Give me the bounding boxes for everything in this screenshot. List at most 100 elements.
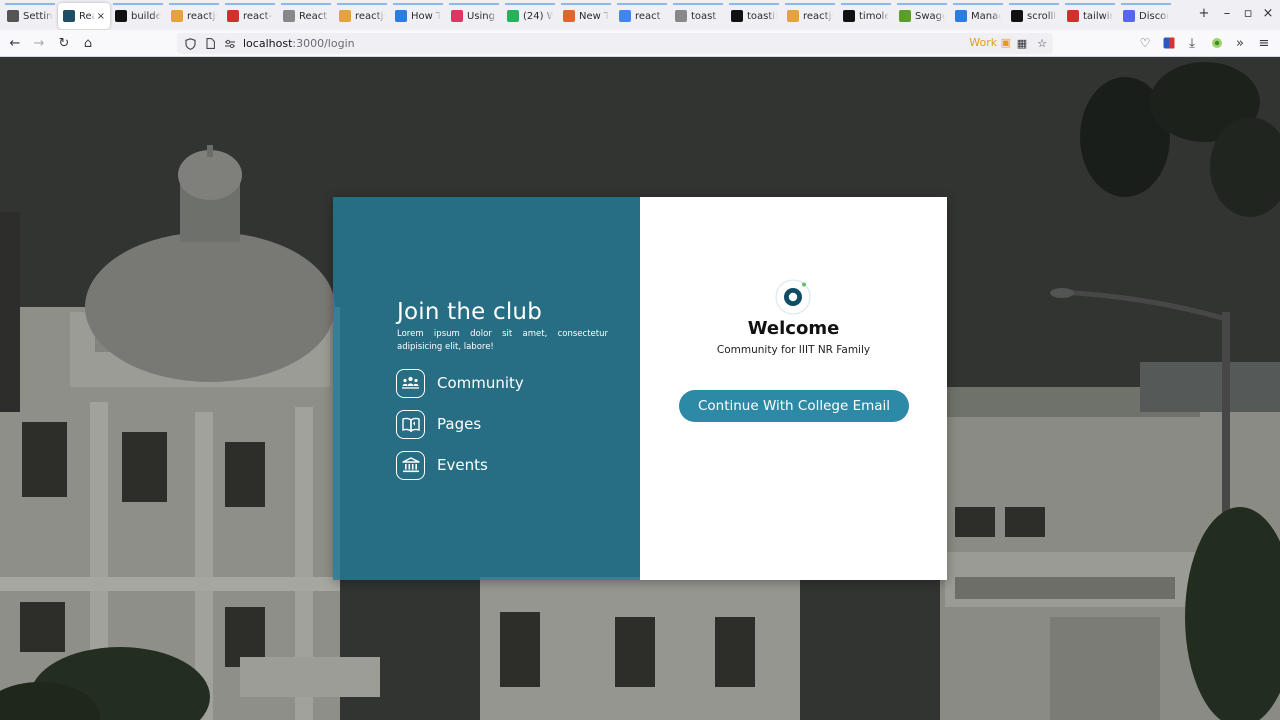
tab-label: New T [579,10,609,22]
promo-panel: Join the club Lorem ipsum dolor sit amet… [333,197,640,580]
permissions-icon[interactable] [223,37,237,51]
tab-label: Manag [971,10,1001,22]
tab-label: reactjs [187,10,217,22]
tab-label: Settings [23,10,53,22]
browser-tab[interactable]: reactjs [334,3,390,29]
browser-tab[interactable]: Swagg [894,3,950,29]
browser-tab[interactable]: toastif [726,3,782,29]
gear-icon [7,10,19,22]
browser-tab[interactable]: toast [670,3,726,29]
toast-tab-icon [283,10,295,22]
tab-label: Swagg [915,10,945,22]
browser-tab[interactable]: react- [222,3,278,29]
feature-label: Events [437,456,488,474]
restore-button[interactable]: ▫ [1240,6,1256,21]
browser-tab[interactable]: React [278,3,334,29]
browser-tab[interactable]: React× [58,3,110,29]
browser-tab[interactable]: reactjs [166,3,222,29]
browser-tab[interactable]: New T [558,3,614,29]
extension-icon[interactable] [1160,34,1178,52]
tab-label: timole [859,10,889,22]
home-icon[interactable]: ⌂ [79,34,97,52]
tab-label: toastif [747,10,777,22]
page-icon[interactable] [203,37,217,51]
reactjs-tab-icon [171,10,183,22]
feature-label: Pages [437,415,482,433]
browser-tab[interactable]: builder [110,3,166,29]
browser-tab[interactable]: Settings [2,3,58,29]
feature-events: Events [396,450,488,480]
qr-code-icon[interactable]: ▦ [1015,36,1029,50]
tab-label: tailwin [1083,10,1113,22]
reactjs-tab-icon [339,10,351,22]
tab-label: How T [411,10,441,22]
browser-tab[interactable]: reactjs [782,3,838,29]
tab-label: react- [243,10,273,22]
url-bar[interactable]: localhost:3000/login Work ▣ ▦ ☆ [177,33,1053,54]
browser-nav-bar: ← → ↻ ⌂ localhost:3000/login Work ▣ ▦ ☆ … [0,30,1280,57]
login-panel: Welcome Community for IIIT NR Family Con… [640,197,947,580]
minimize-button[interactable]: – [1219,6,1235,21]
tab-label: react [635,10,661,22]
firefox-icon [563,10,575,22]
browser-tab[interactable]: react [614,3,670,29]
red-tab-icon [1067,10,1079,22]
toast-tab-icon [675,10,687,22]
tab-label: reactjs [803,10,833,22]
feature-label: Community [437,374,524,392]
red-tab-icon [227,10,239,22]
community-icon [396,368,425,398]
using-tab-icon [451,10,463,22]
browser-tab[interactable]: (24) W [502,3,558,29]
browser-tab[interactable]: timole [838,3,894,29]
github-icon [115,10,127,22]
welcome-heading: Welcome [747,318,840,339]
browser-tab-bar: SettingsReact×builderreactjsreact-Reactr… [0,0,1280,30]
reactjs-tab-icon [787,10,799,22]
institution-icon [396,450,425,480]
browser-tab[interactable]: How T [390,3,446,29]
feature-pages: Pages [396,409,481,439]
tab-label: scrolll [1027,10,1057,22]
reload-icon[interactable]: ↻ [55,34,73,52]
tab-label: Discor [1139,10,1169,22]
container-label[interactable]: Work ▣ [969,36,1011,49]
welcome-subtitle: Community for IIIT NR Family [716,344,871,356]
tab-label: reactjs [355,10,385,22]
github-icon [731,10,743,22]
promo-description: Lorem ipsum dolor sit amet, consectetur … [397,329,608,352]
download-icon[interactable]: ⤓ [1183,34,1201,52]
scroll-tab-icon [1011,10,1023,22]
browser-tab[interactable]: tailwin [1062,3,1118,29]
browser-tab[interactable]: Discor [1118,3,1174,29]
whatsapp-icon [507,10,519,22]
bookmark-star-icon[interactable]: ☆ [1035,36,1049,50]
url-host: localhost [243,37,293,50]
overflow-chevron-icon[interactable]: » [1231,34,1249,52]
hamburger-menu-icon[interactable]: ≡ [1255,34,1273,52]
extension-green-icon[interactable] [1208,34,1226,52]
pocket-icon[interactable]: ♡ [1136,34,1154,52]
tab-label: React [79,10,95,22]
browser-tab[interactable]: Manag [950,3,1006,29]
url-path: :3000/login [292,37,355,50]
shield-icon[interactable] [183,37,197,51]
back-arrow-icon[interactable]: ← [6,34,24,52]
browser-tab[interactable]: scrolll [1006,3,1062,29]
forward-arrow-icon[interactable]: → [30,34,48,52]
club-logo-icon [775,279,811,315]
continue-with-college-email-button[interactable]: Continue With College Email [679,390,909,422]
book-icon [396,409,425,439]
tab-label: (24) W [523,10,553,22]
react-tab-icon [63,10,75,22]
browser-tab[interactable]: Using [446,3,502,29]
swagger-icon [899,10,911,22]
page-viewport: Join the club Lorem ipsum dolor sit amet… [0,57,1280,720]
howto-tab-icon [395,10,407,22]
new-tab-button[interactable]: + [1196,6,1212,21]
close-tab-icon[interactable]: × [97,11,105,22]
login-card: Join the club Lorem ipsum dolor sit amet… [333,197,947,580]
github-icon [843,10,855,22]
close-window-button[interactable]: × [1260,6,1276,21]
promo-title: Join the club [397,299,543,325]
